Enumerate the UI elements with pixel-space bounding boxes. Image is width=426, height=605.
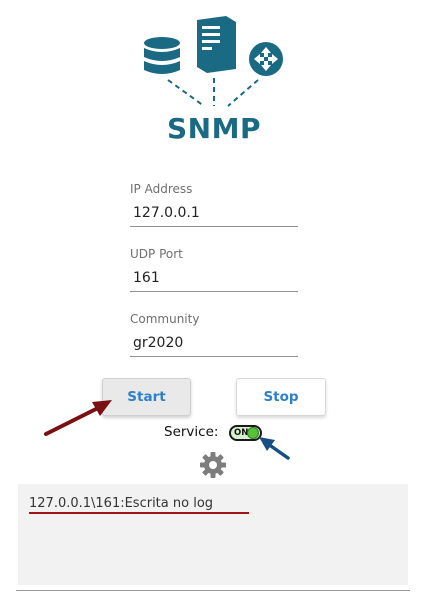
connector-lines: [167, 78, 259, 107]
gear-icon[interactable]: [199, 451, 227, 479]
blue-annotation-arrow: [259, 437, 290, 460]
udp-port-label: UDP Port: [130, 247, 183, 261]
database-icon: [144, 37, 180, 74]
server-icon: [197, 16, 236, 73]
logo-title: SNMP: [167, 112, 261, 145]
community-label: Community: [130, 312, 200, 326]
ip-address-input[interactable]: [130, 197, 298, 227]
community-field: Community: [130, 311, 298, 357]
udp-port-input[interactable]: [130, 262, 298, 292]
community-input[interactable]: [130, 327, 298, 357]
snmp-logo: SNMP: [140, 14, 290, 146]
udp-port-field: UDP Port: [130, 246, 298, 292]
log-entry: 127.0.0.1\161:Escrita no log: [29, 496, 214, 511]
router-icon: [249, 42, 283, 76]
red-annotation-underline: [29, 512, 249, 514]
ip-address-field: IP Address: [130, 181, 298, 227]
log-output[interactable]: 127.0.0.1\161:Escrita no log: [18, 484, 408, 585]
snmp-network-graphic: [144, 16, 283, 107]
red-annotation-arrow: [44, 400, 112, 436]
ip-address-label: IP Address: [130, 182, 193, 196]
stop-button[interactable]: Stop: [236, 378, 326, 416]
service-label: Service:: [164, 424, 219, 440]
bottom-divider: [16, 590, 410, 591]
